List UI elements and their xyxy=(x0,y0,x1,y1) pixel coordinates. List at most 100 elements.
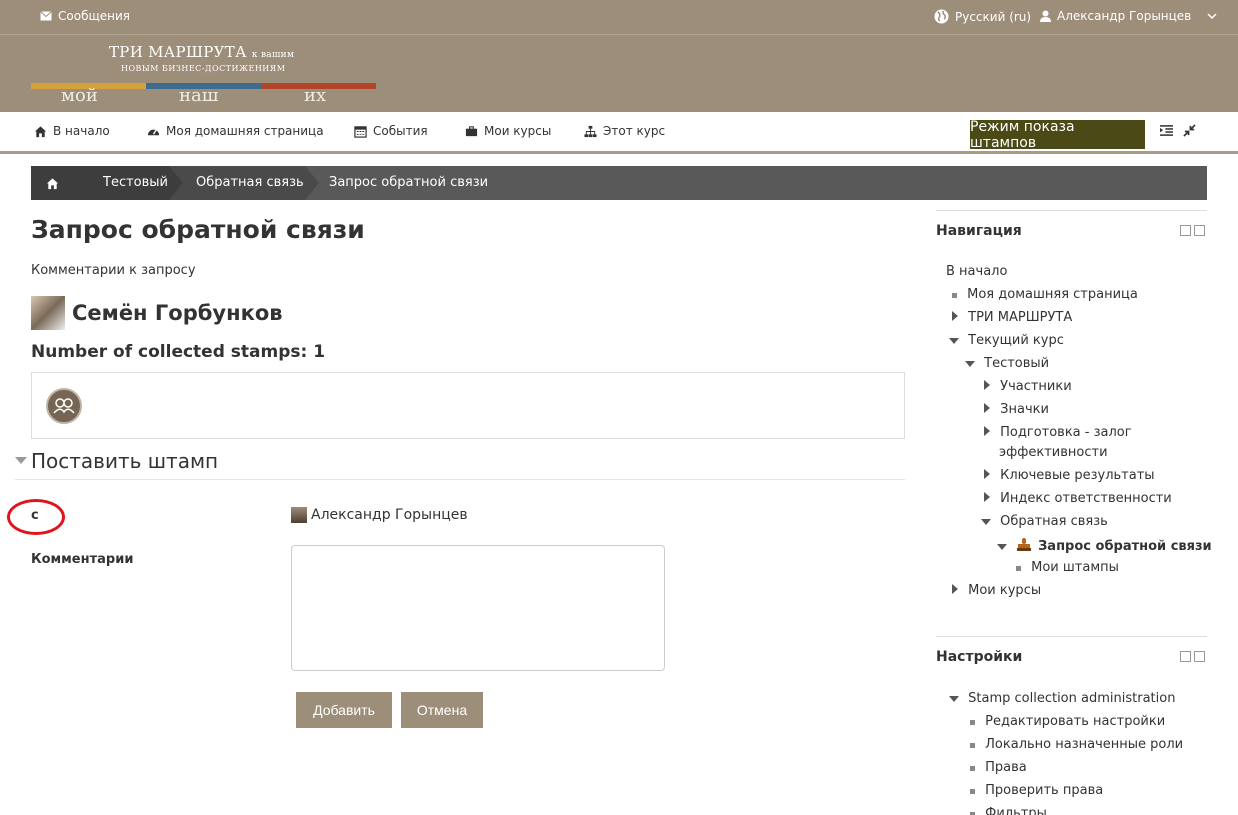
nav-tree-item[interactable]: Мои курсы xyxy=(968,583,1041,598)
nav-tree-item[interactable]: Ключевые результаты xyxy=(1000,468,1154,483)
stamp-icon xyxy=(1016,538,1031,551)
dashboard-icon xyxy=(147,128,160,135)
give-stamp-section[interactable]: Поставить штамп xyxy=(15,449,905,480)
settings-tree-item[interactable]: Stamp collection administration xyxy=(968,691,1175,706)
nav-tree-item-current[interactable]: Запрос обратной связи xyxy=(1038,539,1212,554)
nav-tree-item[interactable]: Мои штампы xyxy=(1031,560,1119,575)
nav-tree-item[interactable]: Тестовый xyxy=(984,356,1049,371)
from-label: с xyxy=(31,508,39,523)
user-name: Александр Горынцев xyxy=(1057,9,1192,23)
nav-tree-item[interactable]: Подготовка - залог xyxy=(1000,425,1131,440)
nav-tree-item[interactable]: Обратная связь xyxy=(1000,514,1108,529)
navigation-block-title: Навигация xyxy=(936,223,1022,239)
stamp-mode-button[interactable]: Режим показа штампов xyxy=(970,119,1145,151)
breadcrumb-home[interactable] xyxy=(31,166,79,200)
page-subtitle: Комментарии к запросу xyxy=(31,263,196,278)
avatar[interactable] xyxy=(31,296,65,330)
main-navbar: В начало Моя домашняя страница События М… xyxy=(0,112,1238,154)
globe-icon xyxy=(934,9,949,24)
bullet-icon xyxy=(970,789,975,794)
bullet-icon xyxy=(1016,566,1021,571)
minimize-icon[interactable] xyxy=(1180,225,1191,236)
nav-tree-item[interactable]: ТРИ МАРШРУТА xyxy=(968,310,1072,325)
briefcase-icon xyxy=(465,125,478,136)
stamps-list xyxy=(31,372,905,439)
breadcrumb-item-feedback[interactable]: Обратная связь xyxy=(169,166,305,200)
settings-tree-item[interactable]: Проверить права xyxy=(985,783,1103,798)
home-icon xyxy=(46,178,59,190)
nav-dashboard[interactable]: Моя домашняя страница xyxy=(147,124,324,138)
expand-icon[interactable] xyxy=(984,403,990,413)
logo-word-2: наш xyxy=(179,85,219,106)
calendar-icon xyxy=(354,125,367,138)
stamps-count: Number of collected stamps: 1 xyxy=(31,342,326,362)
compress-icon[interactable] xyxy=(1183,124,1196,137)
bullet-icon xyxy=(970,766,975,771)
breadcrumb: Запрос обратной связи Обратная связь Тес… xyxy=(31,166,1207,200)
sitemap-icon xyxy=(584,125,597,137)
expand-icon[interactable] xyxy=(984,492,990,502)
top-bar: Сообщения Русский ‎(ru)‎ Александр Горын… xyxy=(0,0,1238,34)
nav-my-courses[interactable]: Мои курсы xyxy=(465,124,551,138)
from-user-name: Александр Горынцев xyxy=(311,507,468,523)
dock-icon[interactable] xyxy=(1194,651,1205,662)
settings-tree-item[interactable]: Права xyxy=(985,760,1027,775)
person-name: Семён Горбунков xyxy=(72,301,283,325)
nav-events-label: События xyxy=(373,124,428,138)
chevron-down-icon xyxy=(1207,12,1217,19)
from-user[interactable]: Александр Горынцев xyxy=(291,507,468,523)
nav-tree-item[interactable]: Участники xyxy=(1000,379,1072,394)
add-button[interactable]: Добавить xyxy=(296,692,392,728)
collapse-icon[interactable] xyxy=(997,544,1007,550)
settings-tree-item[interactable]: Локально назначенные роли xyxy=(985,737,1183,752)
nav-this-course[interactable]: Этот курс xyxy=(584,124,665,138)
collapse-icon[interactable] xyxy=(965,361,975,367)
collapse-icon[interactable] xyxy=(949,696,959,702)
settings-tree-item[interactable]: Фильтры xyxy=(985,806,1047,815)
expand-icon[interactable] xyxy=(952,311,958,321)
nav-tree-item[interactable]: Значки xyxy=(1000,402,1049,417)
language-menu[interactable]: Русский ‎(ru)‎ xyxy=(934,9,1031,24)
nav-tree-item[interactable]: Индекс ответственности xyxy=(1000,491,1172,506)
indent-icon[interactable] xyxy=(1160,124,1173,137)
nav-tree-item[interactable]: В начало xyxy=(946,264,1007,279)
cancel-button[interactable]: Отмена xyxy=(401,692,483,728)
collapse-icon[interactable] xyxy=(981,519,991,525)
user-icon xyxy=(1040,10,1051,22)
nav-tree-item[interactable]: Моя домашняя страница xyxy=(967,287,1138,302)
expand-icon[interactable] xyxy=(984,380,990,390)
nav-tree-item[interactable]: Текущий курс xyxy=(968,333,1064,348)
logo-subtitle: НОВЫМ БИЗНЕС-ДОСТИЖЕНИЯМ xyxy=(121,64,286,73)
expand-icon[interactable] xyxy=(984,469,990,479)
avatar xyxy=(291,507,307,523)
minimize-icon[interactable] xyxy=(1180,651,1191,662)
dock-icon[interactable] xyxy=(1194,225,1205,236)
collapse-icon xyxy=(15,457,27,464)
page-title: Запрос обратной связи xyxy=(31,215,365,244)
logo-title-small: к вашим xyxy=(251,50,295,60)
expand-icon[interactable] xyxy=(952,584,958,594)
settings-tree-item[interactable]: Редактировать настройки xyxy=(985,714,1165,729)
settings-block-title: Настройки xyxy=(936,649,1023,665)
bullet-icon xyxy=(970,743,975,748)
collapse-icon[interactable] xyxy=(949,338,959,344)
stamp-icon[interactable] xyxy=(46,388,82,424)
nav-my-courses-label: Мои курсы xyxy=(484,124,552,138)
nav-events[interactable]: События xyxy=(354,124,428,138)
logo-word-1: мой xyxy=(61,85,98,106)
nav-this-course-label: Этот курс xyxy=(603,124,666,138)
nav-dashboard-label: Моя домашняя страница xyxy=(166,124,324,138)
bullet-icon xyxy=(952,293,957,298)
nav-tree-item[interactable]: эффективности xyxy=(999,445,1108,460)
messages-link[interactable]: Сообщения xyxy=(40,9,130,23)
logo-word-3: их xyxy=(304,85,327,106)
user-menu[interactable]: Александр Горынцев xyxy=(1040,9,1217,23)
nav-home-label: В начало xyxy=(53,124,110,138)
comments-textarea[interactable] xyxy=(291,545,665,671)
person-header: Семён Горбунков xyxy=(31,296,283,330)
home-icon xyxy=(34,125,47,137)
site-banner: ТРИ МАРШРУТА к вашим НОВЫМ БИЗНЕС-ДОСТИЖ… xyxy=(0,34,1238,112)
expand-icon[interactable] xyxy=(984,426,990,436)
site-logo[interactable]: ТРИ МАРШРУТА к вашим НОВЫМ БИЗНЕС-ДОСТИЖ… xyxy=(31,43,376,107)
nav-home[interactable]: В начало xyxy=(34,124,110,138)
